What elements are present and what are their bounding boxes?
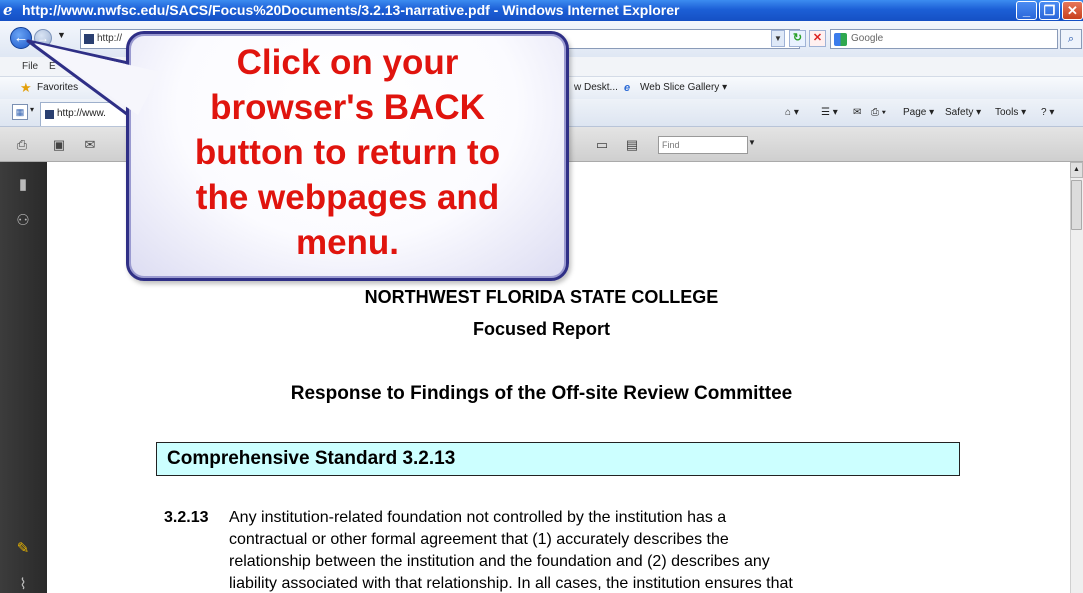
menu-goto[interactable]: Go To (80, 57, 107, 77)
callout-line: Click on your (236, 43, 459, 82)
comments-icon[interactable]: ✎ (12, 538, 34, 560)
callout-line: menu. (295, 223, 400, 262)
close-button[interactable]: ✕ (1062, 1, 1083, 20)
scroll-up-arrow-icon[interactable]: ▲ (1070, 162, 1083, 178)
tab-favicon-icon (45, 110, 54, 119)
page-favicon-icon (84, 34, 94, 44)
find-binoculars-icon[interactable]: ⚇ (12, 210, 34, 232)
pdf-find-dropdown[interactable]: ▼ (748, 138, 756, 147)
favorites-item-web-desktop[interactable]: w Deskt... (574, 77, 618, 99)
scroll-thumb[interactable] (1071, 180, 1082, 230)
document-heading-report: Focused Report (472, 319, 610, 339)
menu-file[interactable]: File (22, 57, 38, 77)
window-title: http://www.nwfsc.edu/SACS/Focus%20Docume… (22, 2, 680, 18)
pdf-find-input[interactable]: Find (658, 136, 748, 154)
attachments-paperclip-icon[interactable]: ⌇ (12, 574, 34, 593)
menu-edit[interactable]: E (49, 57, 56, 77)
window-title-bar: e http://www.nwfsc.edu/SACS/Focus%20Docu… (0, 0, 1083, 21)
callout-line: the webpages and (195, 178, 500, 217)
feeds-button[interactable]: ☰ ▾ (821, 99, 838, 127)
favorites-item-web-slice-gallery[interactable]: Web Slice Gallery ▾ (640, 77, 727, 99)
safety-menu[interactable]: Safety ▾ (945, 99, 981, 127)
pdf-navigation-panel: ▮ ⚇ ✎ ⌇ (0, 162, 47, 593)
paragraph-line: relationship between the institution and… (229, 553, 770, 570)
ie-logo-icon: e (3, 1, 13, 19)
minimize-button[interactable]: _ (1016, 1, 1037, 20)
pages-icon[interactable]: ▮ (12, 174, 34, 196)
search-input[interactable]: Google (830, 29, 1058, 49)
print-button[interactable]: ⎙ ▾ (871, 99, 886, 127)
tab-list-dropdown[interactable]: ▾ (30, 105, 34, 114)
back-button[interactable]: ← (10, 27, 32, 49)
quick-tabs-icon[interactable]: ▦ (12, 104, 28, 120)
callout-line: button to return to (194, 133, 501, 172)
stop-button[interactable]: ✕ (809, 30, 826, 47)
tools-menu[interactable]: Tools ▾ (995, 99, 1026, 127)
favorites-button[interactable]: Favorites (37, 77, 78, 99)
refresh-button[interactable]: ↻ (789, 30, 806, 47)
pdf-print-icon[interactable]: ⎙ (12, 135, 32, 155)
favorites-star-icon: ★ (20, 80, 32, 95)
recent-pages-dropdown[interactable]: ▼ (57, 30, 66, 40)
google-icon (834, 33, 847, 46)
paragraph-line: contractual or other formal agreement th… (229, 531, 729, 548)
tab-label: http://www. (57, 108, 106, 119)
home-button[interactable]: ⌂ ▾ (785, 99, 799, 127)
paragraph-number: 3.2.13 (164, 509, 209, 526)
document-heading-college: NORTHWEST FLORIDA STATE COLLEGE (364, 287, 719, 307)
pdf-fit-width-icon[interactable]: ▤ (622, 135, 642, 155)
pdf-save-icon[interactable]: ▣ (49, 135, 69, 155)
page-menu[interactable]: Page ▾ (903, 99, 934, 127)
mail-button[interactable]: ✉ (853, 99, 861, 127)
document-heading-response: Response to Findings of the Off-site Rev… (290, 383, 793, 404)
forward-button[interactable]: → (34, 29, 52, 47)
standard-heading-box: Comprehensive Standard 3.2.13 (156, 442, 960, 476)
paragraph-line: Any institution-related foundation not c… (229, 509, 727, 526)
search-placeholder: Google (851, 33, 884, 44)
callout-text: Click on your browser's BACK button to r… (126, 40, 569, 265)
callout-line: browser's BACK (210, 88, 485, 127)
pdf-fit-page-icon[interactable]: ▭ (592, 135, 612, 155)
maximize-button[interactable]: ❐ (1039, 1, 1060, 20)
pdf-email-icon[interactable]: ✉ (80, 135, 100, 155)
ie-page-icon: e (624, 82, 631, 94)
paragraph-line: liability associated with that relations… (229, 575, 793, 592)
search-button[interactable]: ⌕ (1060, 29, 1082, 49)
help-menu[interactable]: ? ▾ (1041, 99, 1054, 127)
address-dropdown[interactable]: ▼ (771, 30, 785, 47)
address-text: http:// (97, 33, 123, 44)
